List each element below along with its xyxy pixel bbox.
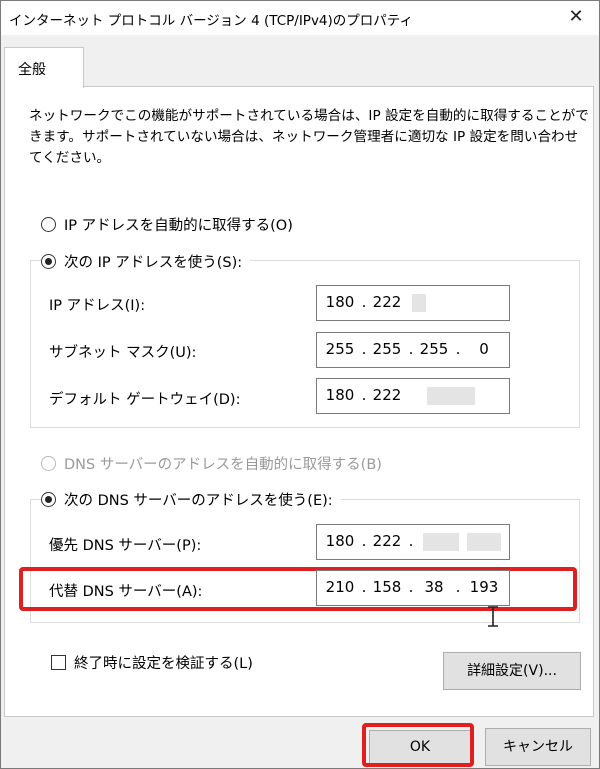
octet: 180 (325, 293, 355, 311)
octet-dot: . (361, 532, 367, 550)
default-gateway-field[interactable]: 180 . 222 (316, 378, 510, 414)
octet-dot: . (455, 578, 461, 596)
octet: 255 (325, 340, 355, 358)
octet: 193 (469, 578, 499, 596)
octet: 210 (325, 578, 355, 596)
close-icon[interactable]: ✕ (559, 3, 593, 31)
checkbox-icon (51, 655, 66, 670)
octet: 255 (419, 340, 449, 358)
ok-highlight (362, 723, 474, 767)
dns-manual-radio[interactable]: 次の DNS サーバーのアドレスを使う(E): (41, 489, 341, 510)
octet: 222 (372, 386, 402, 404)
advanced-button[interactable]: 詳細設定(V)... (443, 652, 581, 690)
ip-manual-label: 次の IP アドレスを使う(S): (64, 255, 243, 271)
preferred-dns-label: 優先 DNS サーバー(P): (49, 538, 202, 554)
radio-off-icon (41, 456, 56, 471)
subnet-mask-field[interactable]: 255 . 255 . 255 . 0 (316, 332, 510, 368)
dns-auto-radio[interactable]: DNS サーバーのアドレスを自動的に取得する(B) (41, 453, 382, 474)
octet-dot: . (361, 578, 367, 596)
alternate-dns-field[interactable]: 210 . 158 . 38 . 193 (316, 570, 510, 606)
text-cursor-icon (488, 606, 498, 627)
radio-on-icon (41, 492, 56, 507)
octet-dot: . (408, 340, 414, 358)
properties-dialog: インターネット プロトコル バージョン 4 (TCP/IPv4)のプロパティ ✕… (0, 0, 600, 769)
redacted-octet (467, 533, 501, 551)
radio-off-icon (41, 217, 56, 232)
octet-dot: . (408, 532, 414, 550)
ip-address-field[interactable]: 180 . 222 (316, 285, 510, 321)
validate-label: 終了時に設定を検証する(L) (74, 656, 253, 672)
preferred-dns-field[interactable]: 180 . 222 . (316, 524, 510, 560)
octet: 222 (372, 532, 402, 550)
octet: 158 (372, 578, 402, 596)
octet-dot: . (361, 386, 367, 404)
octet: 180 (325, 532, 355, 550)
octet: 0 (479, 340, 489, 358)
window-title: インターネット プロトコル バージョン 4 (TCP/IPv4)のプロパティ (9, 13, 413, 29)
radio-on-icon (41, 254, 56, 269)
dns-auto-label: DNS サーバーのアドレスを自動的に取得する(B) (64, 457, 382, 473)
octet: 38 (424, 578, 444, 596)
ip-auto-radio[interactable]: IP アドレスを自動的に取得する(O) (41, 214, 293, 235)
cancel-button[interactable]: キャンセル (485, 728, 591, 766)
ip-auto-label: IP アドレスを自動的に取得する(O) (64, 218, 293, 234)
tab-general-label: 全般 (18, 62, 46, 78)
octet: 255 (372, 340, 402, 358)
title-bar: インターネット プロトコル バージョン 4 (TCP/IPv4)のプロパティ ✕ (1, 1, 599, 35)
tab-general[interactable]: 全般 (4, 47, 84, 88)
redacted-octet (423, 533, 459, 551)
default-gateway-label: デフォルト ゲートウェイ(D): (49, 392, 241, 408)
octet: 222 (372, 293, 402, 311)
octet-dot: . (455, 340, 461, 358)
ip-manual-radio[interactable]: 次の IP アドレスを使う(S): (41, 251, 251, 272)
validate-checkbox[interactable]: 終了時に設定を検証する(L) (51, 652, 253, 673)
octet-dot: . (361, 293, 367, 311)
octet: 180 (325, 386, 355, 404)
redacted-octet (412, 294, 426, 312)
octet-dot: . (408, 578, 414, 596)
octet-dot: . (361, 340, 367, 358)
description-text: ネットワークでこの機能がサポートされている場合は、IP 設定を自動的に取得するこ… (29, 108, 589, 166)
subnet-mask-label: サブネット マスク(U): (49, 345, 197, 361)
dns-manual-label: 次の DNS サーバーのアドレスを使う(E): (64, 493, 333, 509)
alternate-dns-label: 代替 DNS サーバー(A): (49, 584, 203, 600)
redacted-octet (427, 387, 475, 405)
ip-address-label: IP アドレス(I): (49, 298, 146, 314)
